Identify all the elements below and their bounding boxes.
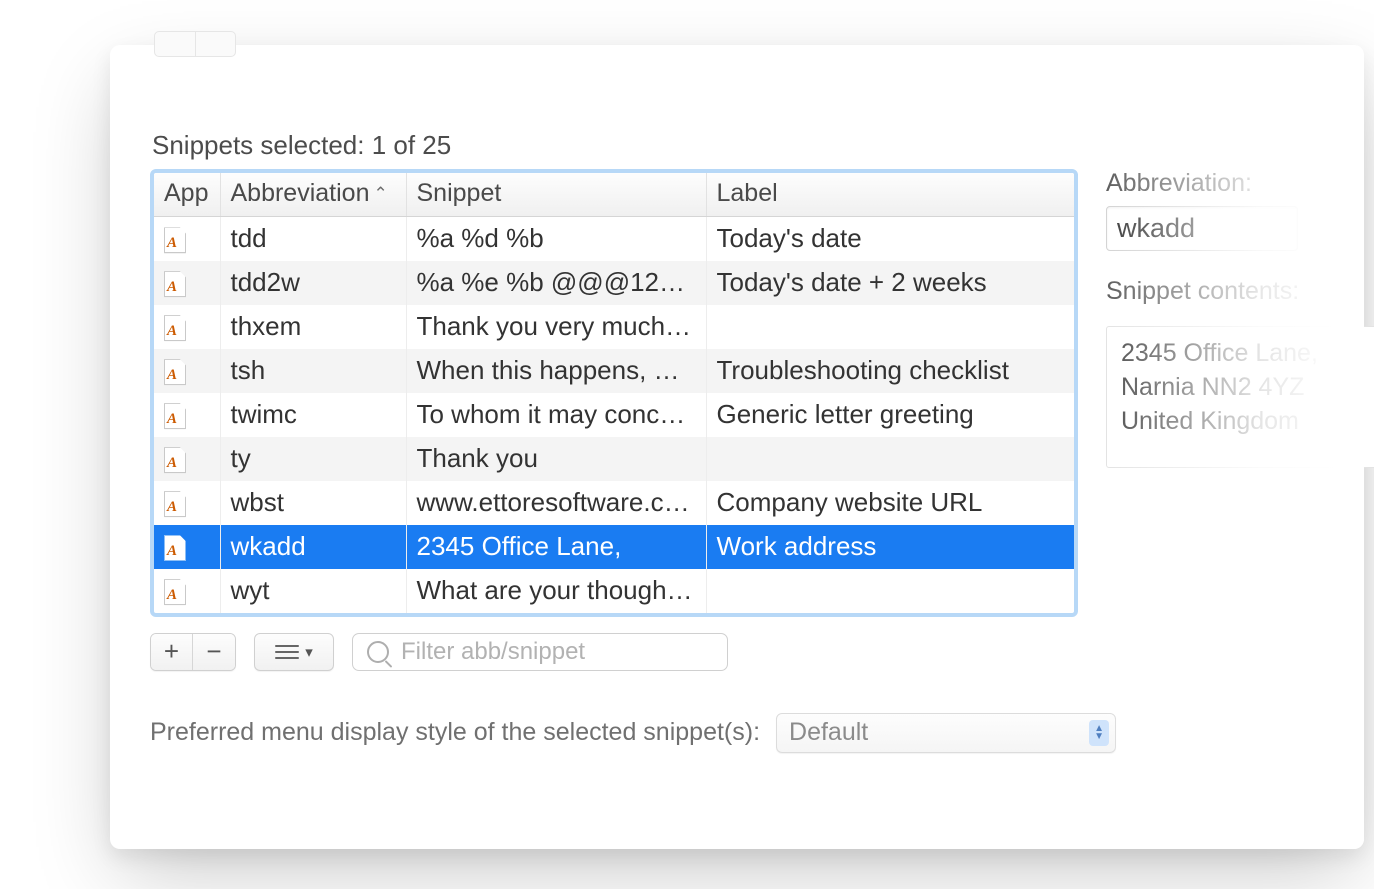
col-label[interactable]: Label xyxy=(706,173,1074,217)
cell-abbreviation: thxem xyxy=(220,305,406,349)
cell-label: Today's date xyxy=(706,217,1074,261)
cell-label xyxy=(706,305,1074,349)
cell-abbreviation: tsh xyxy=(220,349,406,393)
display-style-popup[interactable]: Default ▲▼ xyxy=(776,713,1116,753)
cell-label xyxy=(706,437,1074,481)
cell-snippet: What are your though… xyxy=(406,569,706,613)
cell-label xyxy=(706,569,1074,613)
display-style-label: Preferred menu display style of the sele… xyxy=(150,718,760,747)
table-row[interactable]: Awbstwww.ettoresoftware.c…Company websit… xyxy=(154,481,1074,525)
app-icon: A xyxy=(164,579,186,605)
snippet-contents-label: Snippet contents: xyxy=(1106,277,1374,306)
col-snippet[interactable]: Snippet xyxy=(406,173,706,217)
app-icon: A xyxy=(164,535,186,561)
search-icon xyxy=(367,641,389,663)
cell-snippet: To whom it may conce… xyxy=(406,393,706,437)
cell-abbreviation: wkadd xyxy=(220,525,406,569)
list-options-menu[interactable]: ▾ xyxy=(254,633,334,671)
table-row[interactable]: AtyThank you xyxy=(154,437,1074,481)
cell-snippet: Thank you xyxy=(406,437,706,481)
app-icon: A xyxy=(164,447,186,473)
table-row[interactable]: AtshWhen this happens, w…Troubleshooting… xyxy=(154,349,1074,393)
cell-snippet: Thank you very much… xyxy=(406,305,706,349)
table-header-row: App Abbreviation⌃ Snippet Label xyxy=(154,173,1074,217)
filter-field[interactable] xyxy=(352,633,728,671)
app-icon: A xyxy=(164,271,186,297)
table-row[interactable]: Atdd2w%a %e %b @@@1209…Today's date + 2 … xyxy=(154,261,1074,305)
app-icon: A xyxy=(164,403,186,429)
table-row[interactable]: AwytWhat are your though… xyxy=(154,569,1074,613)
col-abbreviation[interactable]: Abbreviation⌃ xyxy=(220,173,406,217)
add-button[interactable]: + xyxy=(151,634,193,670)
table-row[interactable]: Awkadd2345 Office Lane,Work address xyxy=(154,525,1074,569)
cell-label: Company website URL xyxy=(706,481,1074,525)
cell-label: Today's date + 2 weeks xyxy=(706,261,1074,305)
cell-abbreviation: wbst xyxy=(220,481,406,525)
cell-label: Troubleshooting checklist xyxy=(706,349,1074,393)
snippet-detail-pane: Abbreviation: wkadd Snippet contents: 23… xyxy=(1106,169,1374,468)
display-style-value: Default xyxy=(789,718,868,747)
cell-snippet: 2345 Office Lane, xyxy=(406,525,706,569)
cell-abbreviation: ty xyxy=(220,437,406,481)
cell-snippet: %a %e %b @@@1209… xyxy=(406,261,706,305)
app-icon: A xyxy=(164,359,186,385)
abbreviation-input[interactable]: wkadd xyxy=(1106,206,1298,251)
filter-input[interactable] xyxy=(399,637,713,667)
snippet-contents-textarea[interactable]: 2345 Office Lane, Narnia NN2 4YZ United … xyxy=(1106,326,1374,468)
table-row[interactable]: AtwimcTo whom it may conce…Generic lette… xyxy=(154,393,1074,437)
col-app[interactable]: App xyxy=(154,173,220,217)
stepper-arrows-icon: ▲▼ xyxy=(1089,720,1109,746)
snippets-window: Snippets selected: 1 of 25 App Abbreviat… xyxy=(110,45,1364,849)
cell-abbreviation: tdd xyxy=(220,217,406,261)
view-mode-segmented[interactable] xyxy=(154,31,236,57)
snippets-table[interactable]: App Abbreviation⌃ Snippet Label Atdd%a %… xyxy=(150,169,1078,617)
cell-abbreviation: twimc xyxy=(220,393,406,437)
cell-abbreviation: wyt xyxy=(220,569,406,613)
remove-button[interactable]: − xyxy=(193,634,235,670)
app-icon: A xyxy=(164,315,186,341)
selection-status: Snippets selected: 1 of 25 xyxy=(152,130,1324,161)
cell-snippet: %a %d %b xyxy=(406,217,706,261)
table-row[interactable]: Atdd%a %d %bToday's date xyxy=(154,217,1074,261)
cell-abbreviation: tdd2w xyxy=(220,261,406,305)
cell-snippet: When this happens, w… xyxy=(406,349,706,393)
chevron-down-icon: ▾ xyxy=(305,643,313,661)
app-icon: A xyxy=(164,227,186,253)
cell-snippet: www.ettoresoftware.c… xyxy=(406,481,706,525)
cell-label: Work address xyxy=(706,525,1074,569)
hamburger-icon xyxy=(275,645,299,659)
sort-ascending-icon: ⌃ xyxy=(369,184,387,203)
table-toolbar: + − ▾ xyxy=(150,633,1324,671)
table-row[interactable]: AthxemThank you very much… xyxy=(154,305,1074,349)
app-icon: A xyxy=(164,491,186,517)
cell-label: Generic letter greeting xyxy=(706,393,1074,437)
abbreviation-field-label: Abbreviation: xyxy=(1106,169,1374,198)
